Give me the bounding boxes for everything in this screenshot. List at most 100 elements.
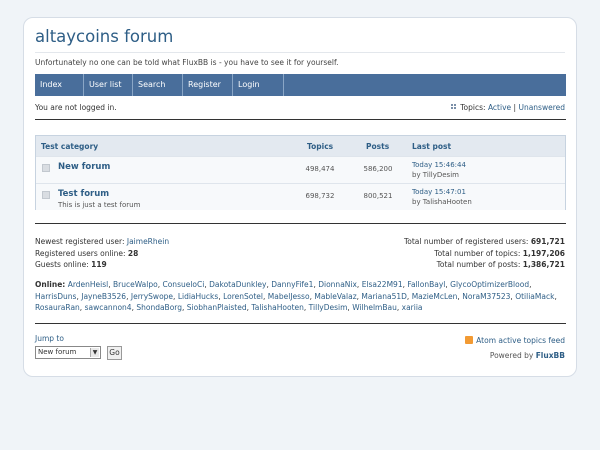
topics-links: Topics: Active | Unanswered <box>451 103 565 112</box>
divider <box>35 52 565 53</box>
online-user-link[interactable]: Elsa22M91 <box>362 280 403 289</box>
table-header: Test category Topics Posts Last post <box>36 136 565 156</box>
online-user-link[interactable]: GlycoOptimizerBlood <box>450 280 529 289</box>
online-user-link[interactable]: SiobhanPlaisted <box>187 303 247 312</box>
user-stats: Newest registered user: JaimeRhein Regis… <box>35 236 169 271</box>
online-user-link[interactable]: NoraM37523 <box>462 292 510 301</box>
forum-link[interactable]: Test forum <box>58 189 109 199</box>
go-button[interactable]: Go <box>107 346 122 360</box>
total-topics: Total number of topics: 1,197,206 <box>404 248 565 260</box>
online-user-link[interactable]: WilhelmBau <box>352 303 397 312</box>
last-post: Today 15:46:44 by TillyDesim <box>412 160 466 180</box>
jump-select[interactable]: New forum ▼ <box>35 346 101 359</box>
table-row: New forum 498,474 586,200 Today 15:46:44… <box>36 156 565 183</box>
fluxbb-link[interactable]: FluxBB <box>536 351 565 360</box>
active-topics-link[interactable]: Active <box>488 103 511 112</box>
last-post-author: by TillyDesim <box>412 171 459 179</box>
online-user-link[interactable]: sawcannon4 <box>85 303 132 312</box>
nav-index[interactable]: Index <box>35 74 84 96</box>
online-user-link[interactable]: DannyFife1 <box>271 280 313 289</box>
nav-user-list[interactable]: User list <box>84 74 133 96</box>
online-user-link[interactable]: xariia <box>402 303 423 312</box>
online-user-link[interactable]: FallonBayl <box>407 280 445 289</box>
last-post-link[interactable]: Today 15:46:44 <box>412 161 466 169</box>
forum-icon <box>42 191 50 199</box>
main-nav: Index User list Search Register Login <box>35 74 566 96</box>
newest-user-link[interactable]: JaimeRhein <box>127 237 169 246</box>
nav-register[interactable]: Register <box>183 74 233 96</box>
nav-login[interactable]: Login <box>233 74 284 96</box>
posts-count: 586,200 <box>363 165 393 173</box>
total-users: Total number of registered users: 691,72… <box>404 236 565 248</box>
unanswered-topics-link[interactable]: Unanswered <box>518 103 565 112</box>
topics-count: 698,732 <box>305 192 335 200</box>
stat-label: Total number of posts: <box>436 260 521 269</box>
nav-search[interactable]: Search <box>133 74 183 96</box>
online-user-link[interactable]: ShondaBorg <box>136 303 182 312</box>
guests-online: Guests online: 119 <box>35 259 169 271</box>
newest-user: Newest registered user: JaimeRhein <box>35 236 169 248</box>
col-last-post: Last post <box>412 142 452 151</box>
online-user-link[interactable]: TalishaHooten <box>251 303 304 312</box>
stat-label: Total number of registered users: <box>403 237 529 246</box>
online-user-link[interactable]: DakotaDunkley <box>209 280 266 289</box>
stat-value: 1,386,721 <box>522 260 565 269</box>
online-user-link[interactable]: RosauraRan <box>35 303 80 312</box>
forum-title[interactable]: altaycoins forum <box>35 27 173 46</box>
stat-label: Total number of topics: <box>434 248 521 258</box>
stat-label: Guests online: <box>35 260 89 269</box>
stat-value: 119 <box>91 260 107 269</box>
powered-label: Powered by <box>489 351 534 360</box>
last-post: Today 15:47:01 by TalishaHooten <box>412 187 472 207</box>
online-user-link[interactable]: MazieMcLen <box>412 292 458 301</box>
rss-icon <box>465 336 474 344</box>
online-user-link[interactable]: Mariana51D <box>361 292 407 301</box>
posts-count: 800,521 <box>363 192 393 200</box>
online-user-link[interactable]: LidiaHucks <box>178 292 218 301</box>
online-user-link[interactable]: OtiliaMack <box>515 292 554 301</box>
online-user-link[interactable]: ConsueloCi <box>162 280 204 289</box>
stat-label: Newest registered user: <box>35 237 125 246</box>
total-posts: Total number of posts: 1,386,721 <box>404 259 565 271</box>
atom-feed-link[interactable]: Atom active topics feed <box>476 336 565 345</box>
registered-online: Registered users online: 28 <box>35 248 169 260</box>
last-post-author: by TalishaHooten <box>412 198 472 206</box>
stat-label: Registered users online: <box>35 248 126 258</box>
online-label: Online: <box>35 280 66 289</box>
stat-value: 1,197,206 <box>522 248 565 258</box>
online-user-link[interactable]: DionnaNix <box>318 280 357 289</box>
divider <box>35 323 566 324</box>
jump-selected-value: New forum <box>38 348 77 356</box>
login-status: You are not logged in. <box>35 103 117 112</box>
atom-feed: Atom active topics feed <box>465 336 565 345</box>
powered-by: Powered by FluxBB <box>490 351 565 360</box>
forum-link[interactable]: New forum <box>58 162 110 172</box>
stat-value: 28 <box>127 248 139 258</box>
online-user-link[interactable]: MabelJesso <box>268 292 310 301</box>
table-row: Test forum This is just a test forum 698… <box>36 183 565 210</box>
col-posts: Posts <box>366 142 390 151</box>
forum-table: Test category Topics Posts Last post New… <box>35 135 566 210</box>
online-user-link[interactable]: TillyDesim <box>309 303 348 312</box>
topics-label: Topics: <box>460 103 486 112</box>
online-user-link[interactable]: JerrySwope <box>131 292 173 301</box>
online-user-link[interactable]: LorenSotel <box>223 292 263 301</box>
page-container: altaycoins forum Unfortunately no one ca… <box>23 17 577 377</box>
category-name: Test category <box>41 142 99 151</box>
online-user-link[interactable]: BruceWalpo <box>113 280 158 289</box>
divider <box>35 119 566 120</box>
topics-count: 498,474 <box>305 165 335 173</box>
online-user-link[interactable]: ArdenHeisl <box>68 280 109 289</box>
last-post-link[interactable]: Today 15:47:01 <box>412 188 466 196</box>
online-user-link[interactable]: JayneB3526 <box>81 292 126 301</box>
online-user-link[interactable]: MableValaz <box>314 292 356 301</box>
bullet-icon <box>451 104 456 109</box>
chevron-down-icon: ▼ <box>90 348 99 357</box>
stat-value: 691,721 <box>530 237 565 246</box>
jump-label: Jump to <box>35 334 64 343</box>
forum-desc: This is just a test forum <box>58 201 141 209</box>
forum-icon <box>42 164 50 172</box>
online-list: ArdenHeisl, BruceWalpo, ConsueloCi, Dako… <box>35 280 557 312</box>
divider <box>35 223 566 224</box>
online-user-link[interactable]: HarrisDuns <box>35 292 76 301</box>
